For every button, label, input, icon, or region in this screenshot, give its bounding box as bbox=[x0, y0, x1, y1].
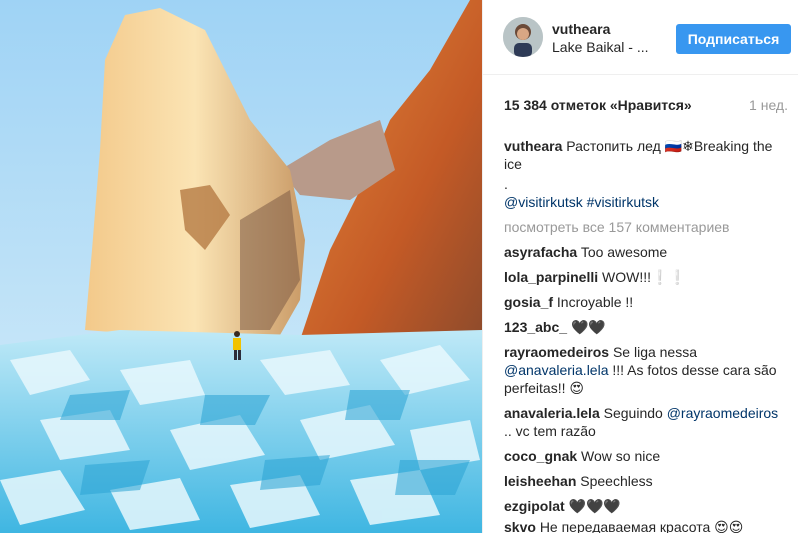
comment-text: 🖤🖤🖤 bbox=[568, 498, 621, 514]
user-avatar[interactable] bbox=[503, 17, 543, 57]
avatar-icon bbox=[503, 17, 543, 57]
comment-text: Incroyable !! bbox=[556, 294, 634, 310]
comment-username[interactable]: anavaleria.lela bbox=[504, 405, 600, 421]
comment: gosia_f Incroyable !! bbox=[504, 293, 789, 311]
comment: leisheehan Speechless bbox=[504, 472, 789, 490]
post-time[interactable]: 1 нед. bbox=[749, 97, 788, 113]
comment-mention[interactable]: @anavaleria.lela bbox=[504, 362, 609, 378]
comment-text: 🖤🖤 bbox=[570, 319, 606, 335]
post-photo[interactable] bbox=[0, 0, 482, 533]
comment-text: Seguindo bbox=[603, 405, 663, 421]
post-username[interactable]: vutheara bbox=[552, 21, 610, 37]
view-all-comments-link[interactable]: посмотреть все 157 комментариев bbox=[504, 218, 789, 236]
comment: lola_parpinelli WOW!!!❕❕ bbox=[504, 268, 789, 286]
comment-username[interactable]: asyrafacha bbox=[504, 244, 577, 260]
post-image bbox=[0, 0, 482, 533]
comment-text: Не передаваемая красота 😍😍 bbox=[539, 519, 744, 533]
caption-username[interactable]: vutheara bbox=[504, 138, 562, 154]
post-location[interactable]: Lake Baikal - ... bbox=[552, 39, 649, 55]
comment-text: Too awesome bbox=[580, 244, 668, 260]
comment: ezgipolat 🖤🖤🖤 bbox=[504, 497, 789, 515]
likes-count[interactable]: 15 384 отметок «Нравится» bbox=[504, 97, 692, 113]
comment: coco_gnak Wow so nice bbox=[504, 447, 789, 465]
comment-username[interactable]: leisheehan bbox=[504, 473, 576, 489]
comment-text: Se liga nessa bbox=[612, 344, 698, 360]
comment-username[interactable]: rayraomedeiros bbox=[504, 344, 609, 360]
comment-username[interactable]: skvo bbox=[504, 519, 536, 533]
post-sidebar: vutheara Lake Baikal - ... Подписаться 1… bbox=[483, 0, 798, 533]
likes-row: 15 384 отметок «Нравится» 1 нед. bbox=[483, 97, 798, 117]
comment-text: Wow so nice bbox=[581, 448, 661, 464]
comment: asyrafacha Too awesome bbox=[504, 243, 789, 261]
comment-username[interactable]: lola_parpinelli bbox=[504, 269, 598, 285]
comment-username[interactable]: ezgipolat bbox=[504, 498, 565, 514]
comment-text: Speechless bbox=[580, 473, 653, 489]
comment: anavaleria.lela Seguindo @rayraomedeiros… bbox=[504, 404, 789, 440]
follow-button[interactable]: Подписаться bbox=[676, 24, 791, 54]
comment: 123_abc_ 🖤🖤 bbox=[504, 318, 789, 336]
comment-text-cont: .. vc tem razão bbox=[504, 423, 596, 439]
comment: skvo Не передаваемая красота 😍😍 bbox=[504, 518, 798, 533]
comments-list: vutheara Растопить лед 🇷🇺❄Breaking the i… bbox=[504, 137, 789, 533]
caption-dot: . bbox=[504, 176, 508, 192]
comment-username[interactable]: coco_gnak bbox=[504, 448, 577, 464]
comment-text: WOW!!!❕❕ bbox=[602, 269, 686, 285]
comment: rayraomedeiros Se liga nessa @anavaleria… bbox=[504, 343, 789, 397]
caption: vutheara Растопить лед 🇷🇺❄Breaking the i… bbox=[504, 137, 789, 173]
post-header: vutheara Lake Baikal - ... Подписаться bbox=[483, 0, 798, 75]
comment-mention[interactable]: @rayraomedeiros bbox=[667, 405, 778, 421]
caption-hashtags[interactable]: @visitirkutsk #visitirkutsk bbox=[504, 193, 789, 211]
comment-username[interactable]: gosia_f bbox=[504, 294, 553, 310]
comment-username[interactable]: 123_abc_ bbox=[504, 319, 567, 335]
